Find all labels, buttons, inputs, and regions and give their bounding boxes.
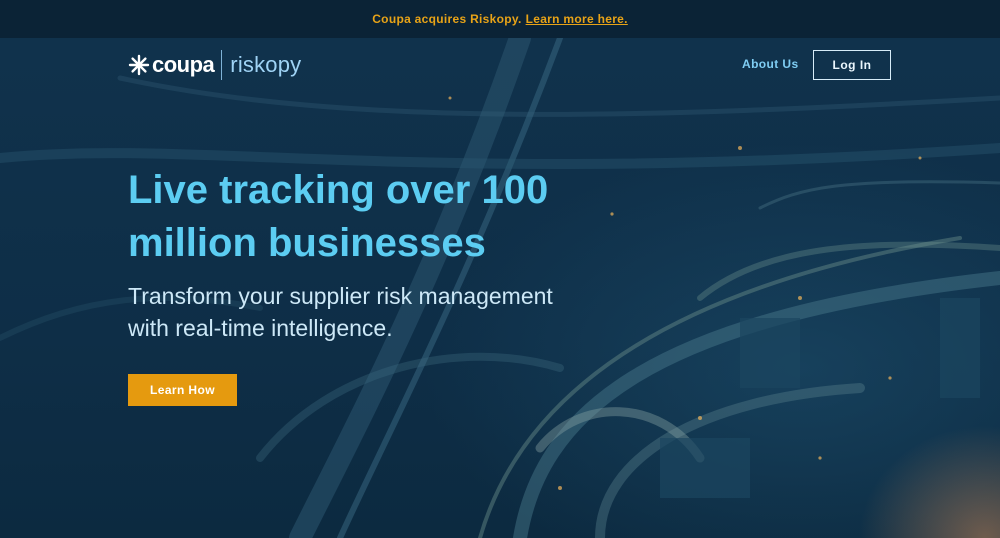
coupa-riskopy-logo[interactable]: coupa riskopy — [128, 47, 301, 83]
announcement-bar: Coupa acquires Riskopy. Learn more here. — [0, 0, 1000, 38]
logo-coupa-text: coupa — [152, 52, 215, 77]
announcement-link[interactable]: Learn more here. — [526, 12, 628, 26]
logo-divider — [221, 50, 223, 80]
about-us-link[interactable]: About Us — [742, 57, 799, 71]
logo-riskopy-text: riskopy — [230, 52, 302, 77]
hero-section: coupa riskopy About Us Log In Live track… — [0, 38, 1000, 538]
log-in-button[interactable]: Log In — [813, 50, 891, 80]
hero-subhead: Transform your supplier risk management … — [128, 283, 553, 341]
coupa-star-icon — [128, 54, 150, 76]
announcement-text: Coupa acquires Riskopy. — [372, 12, 522, 26]
top-nav: coupa riskopy About Us Log In — [0, 38, 1000, 94]
learn-how-button[interactable]: Learn How — [128, 374, 237, 406]
hero-headline: Live tracking over 100 million businesse… — [128, 168, 549, 265]
